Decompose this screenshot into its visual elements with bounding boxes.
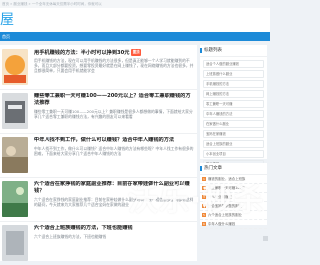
post-excerpt: 六个适合在家挣钱的家庭副业推荐：目前在家带娃做什么副业可以赚钱？相信很多宝妈都有… <box>34 197 194 208</box>
widget-title: 标题列表 <box>200 45 267 57</box>
breadcrumb: 首页 » 副业赚钱 » 一个全年无休每天仅需半小时时间，你就可以 <box>2 2 102 6</box>
hot-post-link[interactable]: 1 赚钱的副业，适合上班族 <box>200 175 267 184</box>
thumbnail-image-icon <box>2 137 28 173</box>
back-to-top-button[interactable] <box>263 236 268 241</box>
post-title[interactable]: 中年人找不到工作，做什么可以赚钱？适合中年人赚钱的方法 <box>34 137 194 144</box>
tag-link[interactable]: 适合个人做的副业赚钱 <box>203 60 264 68</box>
tag-list: 适合个人做的副业赚钱 上班族做什么副业 手机赚钱的方法 网上赚钱的方法 零工兼职… <box>200 57 267 172</box>
tag-link[interactable]: 小本创业项目 <box>203 150 264 158</box>
post-thumbnail[interactable] <box>2 93 28 129</box>
main-nav: 首页 <box>0 32 270 41</box>
thumbnail-image-icon <box>2 225 28 261</box>
tag-link[interactable]: 宝妈在家赚钱 <box>203 130 264 138</box>
tag-link[interactable]: 网上赚钱的方法 <box>203 90 264 98</box>
post-title[interactable]: 用手机赚钱的方法：半小时可以挣到30元 置顶 <box>34 49 194 57</box>
post-meta <box>34 213 194 228</box>
post-thumbnail[interactable] <box>2 49 28 85</box>
post-thumbnail[interactable] <box>2 181 28 217</box>
thumbnail-image-icon <box>2 93 28 129</box>
post-list: 用手机赚钱的方法：半小时可以挣到30元 置顶 用手机赚钱的方法，现在可以用手机赚… <box>0 45 197 261</box>
tag-link[interactable]: 在家做什么副业 <box>203 120 264 128</box>
widget-title: 热门文章 <box>200 163 267 175</box>
post-excerpt: 赚些零工兼职一天可赚100——200元以上？兼职赚钱是很多人都想做的事情，下面就… <box>34 109 193 120</box>
post-item[interactable]: 六个适合在家挣钱的家庭副业推荐：目前在家带娃做什么副业可以赚钱？ 六个适合在家挣… <box>0 177 197 228</box>
post-excerpt: 中年人找不到工作，做什么可以赚钱？适合中年人赚钱的方法有哪些呢？中年人找工作有很… <box>34 146 194 157</box>
hot-post-link[interactable]: 3 什么副业最赚钱 <box>200 193 267 202</box>
hot-post-link[interactable]: 2 零工兼职一天可赚100元 <box>200 184 267 193</box>
post-meta <box>34 169 194 184</box>
post-item[interactable]: 用手机赚钱的方法：半小时可以挣到30元 置顶 用手机赚钱的方法，现在可以用手机赚… <box>0 45 197 96</box>
post-item[interactable]: 中年人找不到工作，做什么可以赚钱？适合中年人赚钱的方法 中年人找不到工作，做什么… <box>0 133 197 184</box>
hot-post-link[interactable]: 4 适合宝妈在家做的副业 <box>200 202 267 211</box>
post-title[interactable]: 赚些零工兼职一天可赚100——200元以上？适合零工兼职赚钱的方法推荐 <box>34 93 194 107</box>
post-title[interactable]: 六个适合在家挣钱的家庭副业推荐：目前在家带娃做什么副业可以赚钱？ <box>34 181 194 195</box>
thumbnail-image-icon <box>2 181 28 217</box>
hot-post-link[interactable]: 6 中年人做什么赚钱 <box>200 220 267 229</box>
hot-post-link[interactable]: 5 六个适合上班族的副业 <box>200 211 267 220</box>
sticky-badge: 置顶 <box>131 49 142 56</box>
post-thumbnail[interactable] <box>2 225 28 261</box>
post-item[interactable]: 赚些零工兼职一天可赚100——200元以上？适合零工兼职赚钱的方法推荐 赚些零工… <box>0 89 197 140</box>
post-thumbnail[interactable] <box>2 137 28 173</box>
post-excerpt: 六个适合上班族赚钱的方法，下班也能赚钱 <box>34 234 107 239</box>
hot-posts-widget: 热门文章 1 赚钱的副业，适合上班族 2 零工兼职一天可赚100元 3 什么副业最赚钱… <box>200 163 267 229</box>
post-meta <box>34 81 194 96</box>
post-meta <box>34 125 194 140</box>
tag-link[interactable]: 手机赚钱的方法 <box>203 80 264 88</box>
post-item[interactable]: 六个适合上班族赚钱的方法，下班也能赚钱 六个适合上班族赚钱的方法，下班也能赚钱 <box>0 221 197 265</box>
tag-link[interactable]: 中年人赚钱的方法 <box>203 110 264 118</box>
tag-link[interactable]: 上班族做什么副业 <box>203 70 264 78</box>
site-logo[interactable]: 屋 <box>0 12 14 28</box>
site-header: 屋 <box>0 8 270 32</box>
nav-item-home[interactable]: 首页 <box>2 32 10 41</box>
post-excerpt: 用手机赚钱的方法，现在可以用手机赚钱的方法很多，但是真正能够一个人学习就能赚到的… <box>34 58 194 73</box>
post-title[interactable]: 六个适合上班族赚钱的方法，下班也能赚钱 <box>34 225 194 232</box>
tag-link[interactable]: 适合上班族的副业 <box>203 140 264 148</box>
tag-list-widget: 标题列表 适合个人做的副业赚钱 上班族做什么副业 手机赚钱的方法 网上赚钱的方法… <box>200 45 267 168</box>
tag-link[interactable]: 零工兼职一天可赚 <box>203 100 264 108</box>
thumbnail-image-icon <box>2 49 28 85</box>
